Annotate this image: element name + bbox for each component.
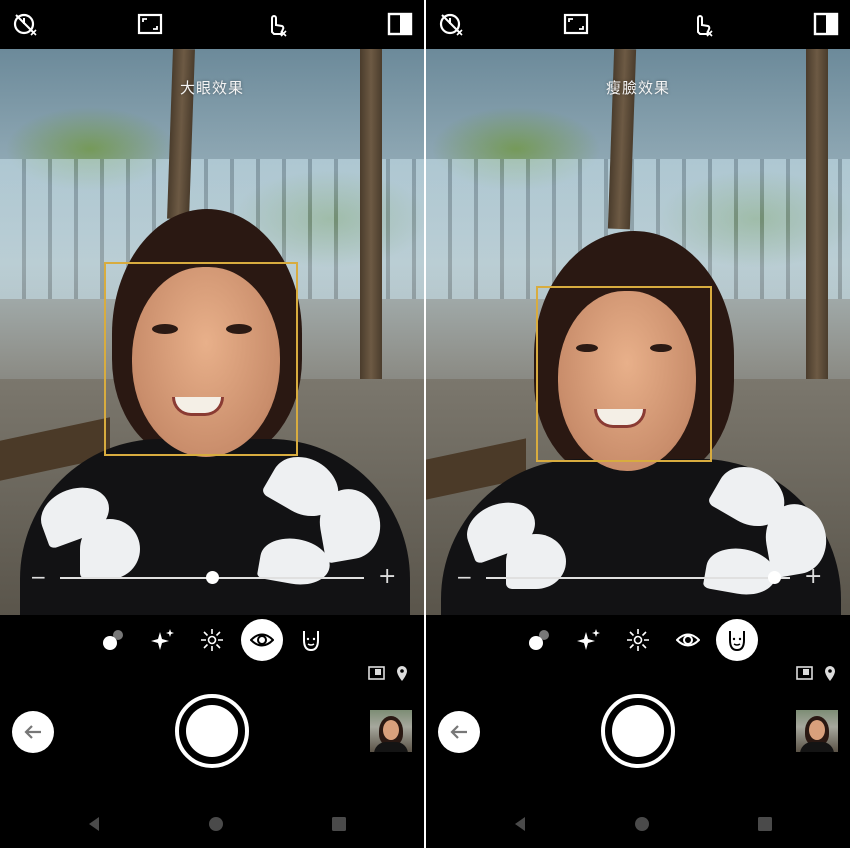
location-pin-icon	[397, 666, 407, 681]
back-button[interactable]	[438, 711, 480, 753]
camera-screen-left: 大眼效果 − +	[0, 0, 424, 848]
beauty-mode-label: 瘦臉效果	[605, 79, 670, 97]
shutter-inner	[612, 705, 664, 757]
system-nav-bar	[0, 806, 424, 842]
eye-enlarge-icon	[250, 633, 274, 647]
timer-off-icon[interactable]	[437, 10, 465, 38]
sparkle-icon	[151, 629, 174, 650]
aspect-ratio-icon[interactable]	[562, 10, 590, 38]
effect-intensity-slider[interactable]	[486, 577, 790, 579]
face-detection-box	[104, 262, 298, 456]
face-slim-effect-button[interactable]	[290, 619, 332, 661]
face-slim-icon	[303, 631, 319, 652]
photo-info-icon	[368, 666, 385, 680]
sparkle-effect-button[interactable]	[568, 619, 610, 661]
camera-top-bar	[0, 0, 424, 49]
beauty-mode-label: 大眼效果	[179, 79, 244, 97]
arrow-left-icon	[450, 725, 467, 739]
shirt-flower	[80, 519, 140, 579]
brightness-effect-button[interactable]	[191, 619, 233, 661]
recents-square-icon[interactable]	[756, 815, 774, 833]
slider-plus-label: +	[378, 564, 397, 589]
brightness-icon	[201, 629, 223, 651]
camera-screen-right: 瘦臉效果 − +	[426, 0, 850, 848]
location-pin-icon	[825, 666, 835, 681]
recents-square-icon[interactable]	[330, 815, 348, 833]
sparkle-effect-button[interactable]	[142, 619, 184, 661]
bokeh-effect-button[interactable]	[518, 619, 560, 661]
slider-minus-label: −	[456, 565, 473, 589]
beauty-compare-icon[interactable]	[812, 10, 840, 38]
shutter-button[interactable]	[601, 694, 675, 768]
timer-off-icon[interactable]	[11, 10, 39, 38]
gallery-thumbnail[interactable]	[370, 710, 412, 752]
back-button[interactable]	[12, 711, 54, 753]
capture-info-icons	[368, 663, 418, 683]
aspect-ratio-icon[interactable]	[136, 10, 164, 38]
gallery-thumbnail[interactable]	[796, 710, 838, 752]
touch-shutter-off-icon[interactable]	[262, 10, 290, 38]
slider-plus-label: +	[804, 564, 823, 589]
home-circle-icon[interactable]	[207, 815, 225, 833]
shirt-flower	[506, 534, 566, 589]
face-slim-icon	[729, 631, 745, 652]
eye-enlarge-effect-button[interactable]	[667, 619, 709, 661]
brightness-icon	[627, 629, 649, 651]
home-circle-icon[interactable]	[633, 815, 651, 833]
shutter-button[interactable]	[175, 694, 249, 768]
touch-shutter-off-icon[interactable]	[688, 10, 716, 38]
bokeh-icon	[529, 630, 549, 650]
sparkle-icon	[577, 629, 600, 650]
bokeh-icon	[103, 630, 123, 650]
eye-enlarge-icon	[676, 633, 700, 647]
camera-top-bar	[426, 0, 850, 49]
slider-thumb[interactable]	[205, 571, 219, 584]
beauty-compare-icon[interactable]	[386, 10, 414, 38]
capture-info-icons	[796, 663, 846, 683]
photo-info-icon	[796, 666, 813, 680]
shutter-inner	[186, 705, 238, 757]
face-slim-effect-button[interactable]	[716, 619, 758, 661]
slider-minus-label: −	[30, 565, 47, 589]
face-detection-box	[536, 286, 712, 462]
system-nav-bar	[426, 806, 850, 842]
back-triangle-icon[interactable]	[511, 815, 529, 833]
bokeh-effect-button[interactable]	[92, 619, 134, 661]
brightness-effect-button[interactable]	[617, 619, 659, 661]
arrow-left-icon	[24, 725, 41, 739]
back-triangle-icon[interactable]	[85, 815, 103, 833]
eye-enlarge-effect-button[interactable]	[241, 619, 283, 661]
